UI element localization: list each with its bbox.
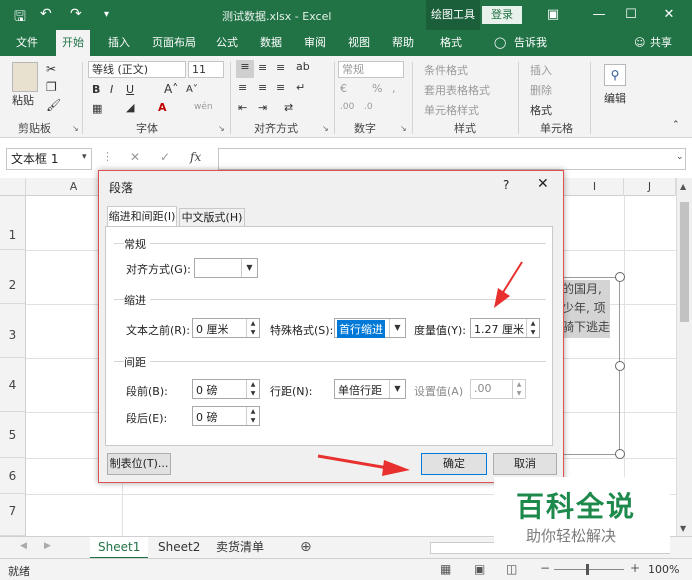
arrow-to-measure-value [494, 261, 523, 308]
watermark-title: 百科全说 [516, 490, 637, 523]
watermark-subtitle: 助你轻松解决 [526, 527, 617, 545]
arrow-to-ok-button [317, 454, 410, 476]
watermark: 百科全说 助你轻松解决 [494, 477, 670, 553]
